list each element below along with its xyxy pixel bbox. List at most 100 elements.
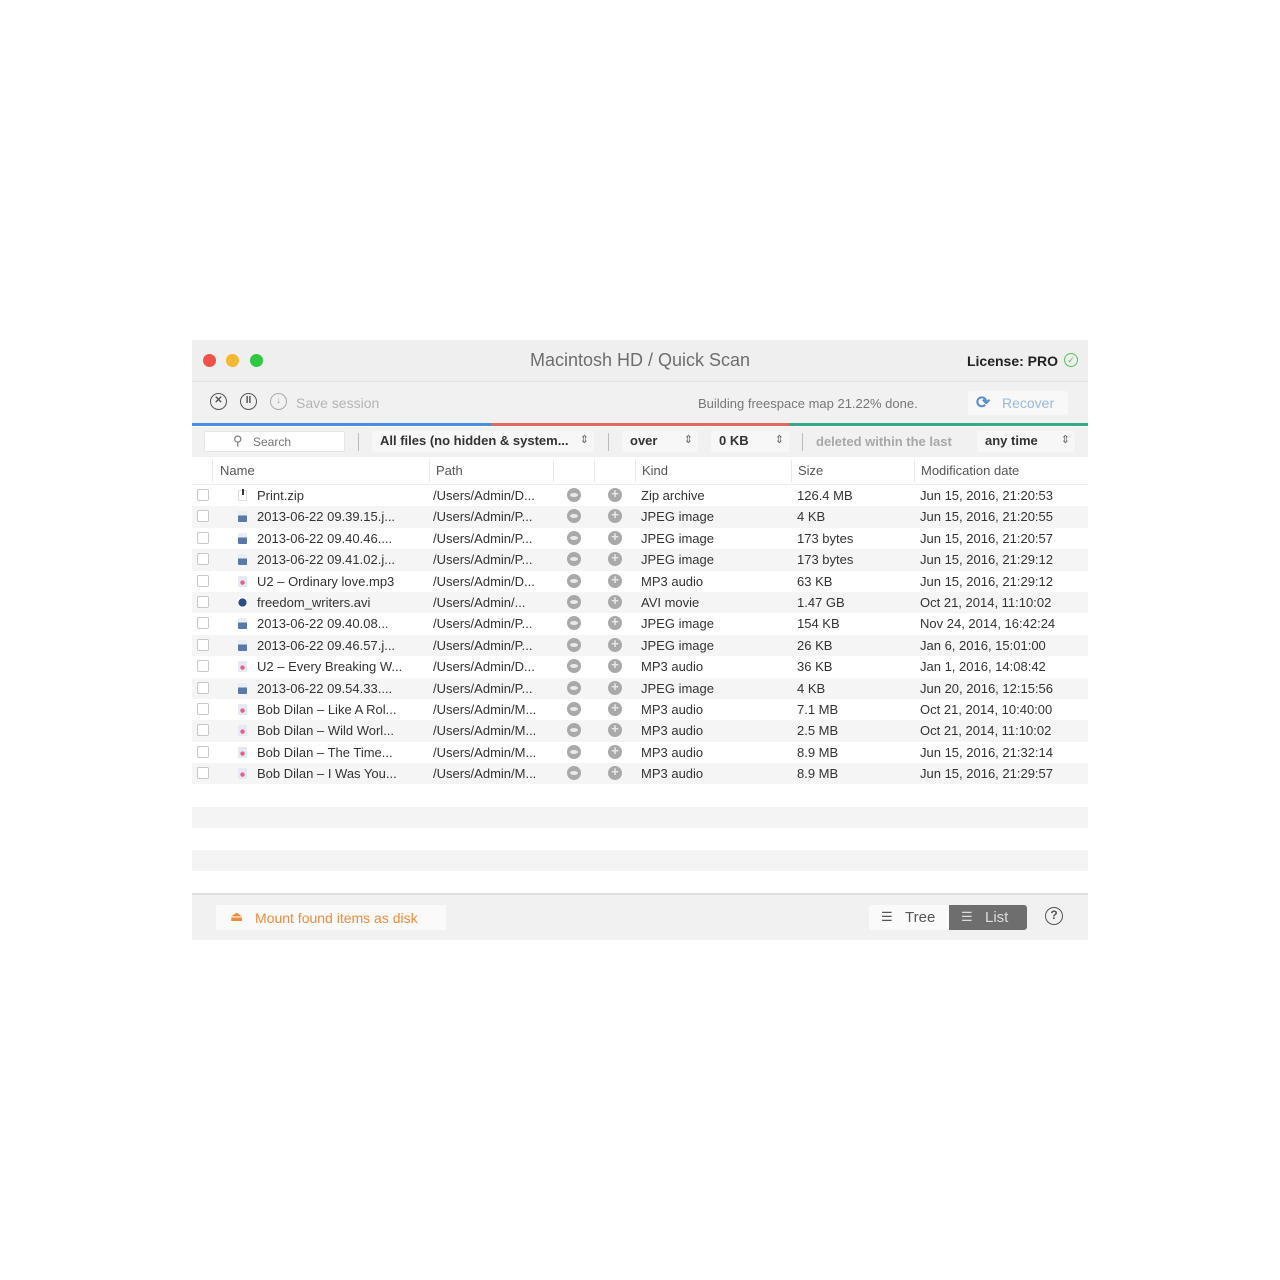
time-range-select[interactable]: any time ⇕: [977, 431, 1075, 452]
help-icon[interactable]: ?: [1045, 907, 1063, 925]
mount-as-disk-label: Mount found items as disk: [255, 910, 418, 926]
row-checkbox[interactable]: [197, 681, 209, 694]
preview-eye-icon[interactable]: [567, 744, 581, 759]
jpeg-file-icon: [238, 639, 247, 651]
column-header-path[interactable]: Path: [436, 463, 463, 478]
file-list: Print.zip/Users/Admin/D... Zip archive 126…: [192, 485, 1088, 785]
preview-eye-icon[interactable]: [567, 573, 581, 588]
recoverability-icon[interactable]: [608, 636, 622, 652]
size-value-select[interactable]: 0 KB ⇕: [711, 431, 789, 452]
row-checkbox[interactable]: [197, 595, 209, 608]
column-divider: [553, 460, 554, 482]
preview-eye-icon[interactable]: [567, 552, 581, 567]
column-header-kind[interactable]: Kind: [642, 463, 668, 478]
recoverability-icon[interactable]: [608, 657, 622, 674]
row-checkbox[interactable]: [197, 702, 209, 715]
recoverability-icon[interactable]: [608, 743, 622, 759]
table-row[interactable]: 2013-06-22 09.41.02.j... /Users/Admin/P..…: [192, 549, 1088, 571]
jpeg-file-icon: [238, 682, 247, 694]
table-row[interactable]: 2013-06-22 09.39.15.j... /Users/Admin/P..…: [192, 506, 1088, 528]
bottom-bar: ⏏ Mount found items as disk ☰ Tree ☰ Lis…: [192, 893, 1088, 940]
table-row[interactable]: 2013-06-22 09.40.08... /Users/Admin/P... J…: [192, 613, 1088, 634]
search-input[interactable]: [253, 435, 333, 449]
row-checkbox[interactable]: [197, 489, 209, 501]
recoverability-icon[interactable]: [608, 486, 622, 502]
license-label[interactable]: License: PRO: [967, 353, 1058, 369]
file-modification-date: Jun 15, 2016, 21:29:57: [920, 766, 1054, 782]
row-checkbox[interactable]: [197, 724, 209, 737]
table-row[interactable]: Bob Dilan – I Was You... /Users/Admin/M..…: [192, 763, 1088, 785]
row-checkbox[interactable]: [197, 767, 209, 780]
recoverability-icon[interactable]: [608, 700, 622, 716]
pause-scan-icon[interactable]: II: [240, 393, 257, 410]
recoverability-icon[interactable]: [608, 764, 622, 781]
row-checkbox[interactable]: [197, 745, 209, 758]
row-checkbox[interactable]: [197, 638, 209, 651]
preview-eye-icon[interactable]: [567, 637, 581, 652]
save-session-icon[interactable]: ↓: [270, 393, 287, 410]
size-comparator-select[interactable]: over ⇕: [622, 431, 698, 452]
preview-eye-icon[interactable]: [567, 488, 581, 502]
refresh-icon: ⟳: [976, 393, 991, 412]
mount-as-disk-button[interactable]: ⏏ Mount found items as disk: [216, 905, 446, 930]
recoverability-icon[interactable]: [608, 614, 622, 631]
file-path: /Users/Admin/D...: [433, 488, 535, 503]
file-kind: AVI movie: [641, 594, 700, 610]
table-row[interactable]: freedom_writers.avi/Users/Admin/... AVI m…: [192, 591, 1088, 614]
column-divider: [635, 460, 636, 482]
table-row[interactable]: Print.zip/Users/Admin/D... Zip archive 126…: [192, 485, 1088, 506]
save-session-button[interactable]: Save session: [296, 395, 379, 411]
row-checkbox[interactable]: [197, 553, 209, 566]
file-modification-date: Jan 6, 2016, 15:01:00: [920, 637, 1046, 653]
table-row[interactable]: 2013-06-22 09.46.57.j... /Users/Admin/P..…: [192, 634, 1088, 657]
time-range-value: any time: [985, 433, 1038, 448]
file-size: 1.47 GB: [797, 594, 845, 610]
preview-eye-icon[interactable]: [567, 659, 581, 674]
row-checkbox[interactable]: [197, 574, 209, 587]
preview-eye-icon[interactable]: [567, 680, 581, 695]
file-kind: Zip archive: [641, 488, 705, 503]
recoverability-icon[interactable]: [608, 507, 622, 524]
table-row[interactable]: Bob Dilan – Wild Worl... /Users/Admin/M..…: [192, 720, 1088, 742]
recoverability-icon[interactable]: [608, 721, 622, 738]
check-circle-icon[interactable]: ✓: [1064, 353, 1078, 367]
file-size: 154 KB: [797, 616, 840, 632]
column-header-modification-date[interactable]: Modification date: [921, 463, 1019, 478]
table-row[interactable]: U2 – Ordinary love.mp3/Users/Admin/D... M…: [192, 571, 1088, 592]
file-kind: JPEG image: [641, 616, 714, 632]
tree-view-button[interactable]: ☰ Tree: [869, 905, 949, 930]
row-checkbox[interactable]: [197, 617, 209, 630]
column-header-name[interactable]: Name: [220, 463, 255, 478]
preview-eye-icon[interactable]: [567, 530, 581, 545]
table-row[interactable]: 2013-06-22 09.40.46.... /Users/Admin/P...…: [192, 528, 1088, 549]
table-row[interactable]: Bob Dilan – Like A Rol... /Users/Admin/M.…: [192, 699, 1088, 720]
recoverability-icon[interactable]: [608, 679, 622, 695]
mp3-file-icon: [238, 725, 247, 737]
table-row[interactable]: U2 – Every Breaking W... /Users/Admin/D..…: [192, 656, 1088, 677]
recover-button[interactable]: ⟳ Recover: [968, 391, 1068, 415]
jpeg-file-icon: [238, 618, 247, 630]
recoverability-icon[interactable]: [608, 593, 622, 609]
preview-eye-icon[interactable]: [567, 594, 581, 609]
preview-eye-icon[interactable]: [567, 509, 581, 524]
file-modification-date: Jun 15, 2016, 21:29:12: [920, 552, 1054, 568]
chevron-updown-icon: ⇕: [579, 434, 589, 446]
column-header-size[interactable]: Size: [798, 463, 823, 478]
list-view-button[interactable]: ☰ List: [949, 905, 1027, 930]
preview-eye-icon[interactable]: [567, 701, 581, 716]
row-checkbox[interactable]: [197, 660, 209, 673]
recoverability-icon[interactable]: [608, 572, 622, 588]
recoverability-icon[interactable]: [608, 550, 622, 567]
recoverability-icon[interactable]: [608, 529, 622, 545]
file-type-select[interactable]: All files (no hidden & system... ⇕: [372, 431, 594, 452]
preview-eye-icon[interactable]: [567, 766, 581, 781]
table-row[interactable]: Bob Dilan – The Time... /Users/Admin/M...…: [192, 742, 1088, 763]
row-checkbox[interactable]: [197, 510, 209, 523]
stop-scan-icon[interactable]: ✕: [210, 393, 227, 410]
preview-eye-icon[interactable]: [567, 616, 581, 631]
row-checkbox[interactable]: [197, 531, 209, 544]
deleted-within-label: deleted within the last: [816, 434, 952, 449]
search-field[interactable]: ⚲: [204, 431, 345, 452]
preview-eye-icon[interactable]: [567, 723, 581, 738]
table-row[interactable]: 2013-06-22 09.54.33.... /Users/Admin/P...…: [192, 677, 1088, 699]
